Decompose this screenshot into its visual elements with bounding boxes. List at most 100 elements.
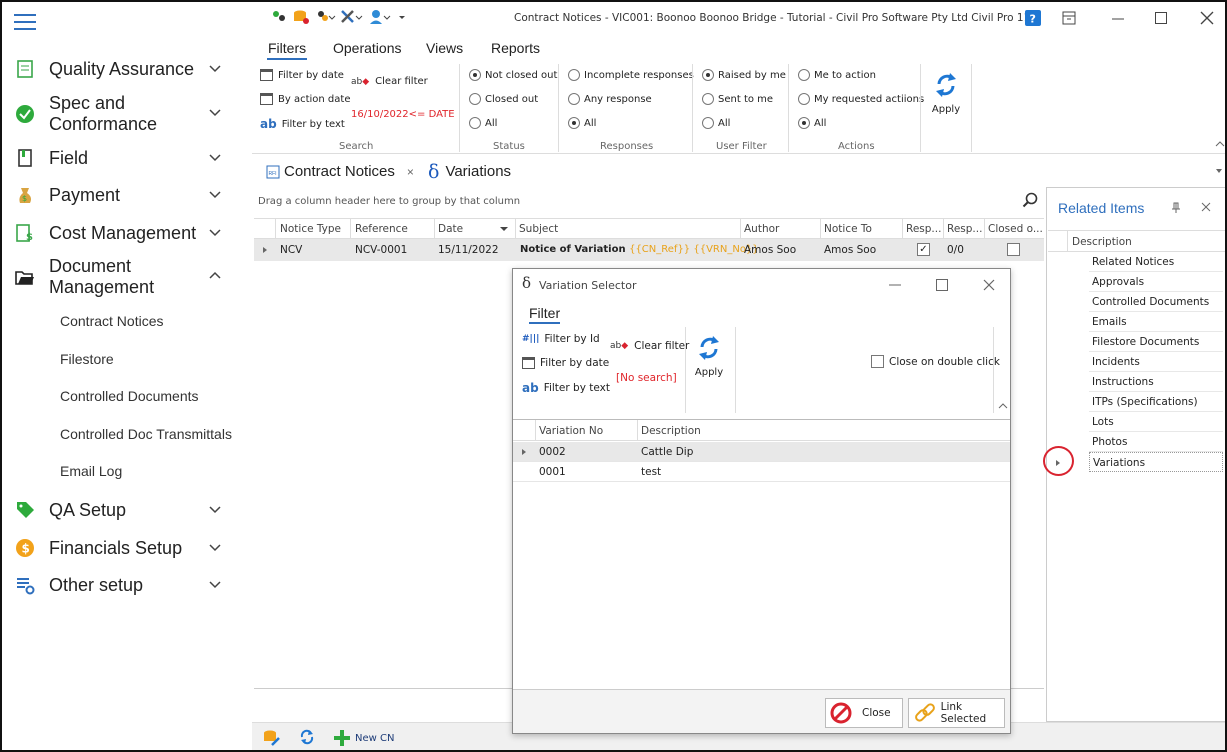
nav-item-qa-setup[interactable]: QA Setup [2, 499, 252, 521]
sidebar-subitem-controlled-doc-transmittals[interactable]: Controlled Doc Transmittals [60, 426, 232, 442]
refresh-icon[interactable] [299, 729, 315, 745]
filter-by-text-button[interactable]: ab Filter by text [522, 381, 610, 395]
related-item-lots[interactable]: Lots [1089, 412, 1223, 432]
column-header-subject[interactable]: Subject [519, 223, 558, 235]
close-on-double-click-checkbox[interactable]: Close on double click [871, 355, 1000, 368]
chevron-down-icon[interactable] [207, 105, 223, 121]
user-dropdown-icon[interactable] [314, 9, 336, 25]
apply-button[interactable]: Apply [691, 335, 727, 378]
related-item-controlled-documents[interactable]: Controlled Documents [1089, 292, 1223, 312]
status-radio-closed-out[interactable]: Closed out [469, 93, 538, 105]
column-header-response-count[interactable]: Resp... [947, 223, 982, 235]
profile-dropdown-icon[interactable] [368, 9, 392, 25]
chevron-up-icon[interactable] [207, 268, 223, 284]
column-header-reference[interactable]: Reference [355, 223, 408, 235]
chevron-down-icon[interactable] [207, 187, 223, 203]
related-item-incidents[interactable]: Incidents [1089, 352, 1223, 372]
responses-radio-incomplete[interactable]: Incomplete responses [568, 69, 694, 81]
nav-item-payment[interactable]: $ Payment [2, 184, 252, 206]
tabs-dropdown-icon[interactable] [1215, 168, 1223, 174]
related-item-filestore-documents[interactable]: Filestore Documents [1089, 332, 1223, 352]
close-icon[interactable] [983, 279, 995, 291]
user-filter-radio-raised-by-me[interactable]: Raised by me [702, 69, 786, 81]
customize-toolbar-icon[interactable] [396, 9, 408, 25]
hamburger-menu-icon[interactable] [14, 14, 36, 30]
related-item-itps[interactable]: ITPs (Specifications) [1089, 392, 1223, 412]
nav-item-quality-assurance[interactable]: Quality Assurance [2, 58, 252, 80]
related-item-variations[interactable]: Variations [1089, 452, 1223, 472]
table-row[interactable]: 0002 Cattle Dip [513, 442, 1010, 462]
tab-filters[interactable]: Filters [267, 40, 308, 60]
related-item-instructions[interactable]: Instructions [1089, 372, 1223, 392]
close-icon[interactable] [1196, 8, 1218, 28]
restore-layout-icon[interactable] [1058, 8, 1080, 28]
minimize-icon[interactable] [1107, 8, 1129, 28]
filter-by-date-button[interactable]: Filter by date [522, 357, 609, 369]
column-header-variation-no[interactable]: Variation No [539, 425, 603, 437]
closed-out-checkbox[interactable] [1007, 243, 1020, 256]
column-header-closed-out[interactable]: Closed o... [988, 223, 1043, 235]
maximize-icon[interactable] [1150, 8, 1172, 28]
clear-filter-button[interactable]: ab◆ Clear filter [610, 340, 689, 352]
new-cn-button[interactable]: New CN [333, 729, 394, 747]
column-header-author[interactable]: Author [744, 223, 779, 235]
close-panel-icon[interactable] [1201, 202, 1211, 212]
help-icon[interactable]: ? [1022, 8, 1044, 28]
tab-operations[interactable]: Operations [333, 40, 401, 56]
search-icon[interactable] [1022, 192, 1038, 208]
link-selected-button[interactable]: Link Selected [908, 698, 1005, 728]
chevron-down-icon[interactable] [207, 61, 223, 77]
actions-radio-my-requested[interactable]: My requested actiions [798, 93, 924, 105]
status-radio-all[interactable]: All [469, 117, 497, 129]
maximize-icon[interactable] [936, 279, 948, 291]
status-radio-not-closed-out[interactable]: Not closed out [469, 69, 557, 81]
user-filter-radio-all[interactable]: All [702, 117, 730, 129]
nav-item-financials-setup[interactable]: $ Financials Setup [2, 537, 252, 559]
user-filter-radio-sent-to-me[interactable]: Sent to me [702, 93, 773, 105]
chevron-down-icon[interactable] [207, 225, 223, 241]
column-header-response[interactable]: Resp... [906, 223, 941, 235]
column-header-description[interactable]: Description [1072, 236, 1132, 248]
related-item-photos[interactable]: Photos [1089, 432, 1223, 452]
filter-by-date-button[interactable]: Filter by date [260, 69, 344, 81]
column-header-notice-to[interactable]: Notice To [824, 223, 872, 235]
database-tool-icon[interactable] [292, 9, 310, 25]
nav-item-cost-management[interactable]: $ Cost Management [2, 222, 252, 244]
table-row[interactable]: NCV NCV-0001 15/11/2022 Notice of Variat… [254, 239, 1044, 261]
responses-radio-any[interactable]: Any response [568, 93, 652, 105]
pin-icon[interactable] [1171, 202, 1181, 214]
responses-radio-all[interactable]: All [568, 117, 596, 129]
collapse-ribbon-icon[interactable] [998, 403, 1008, 409]
close-tab-icon[interactable]: × [407, 165, 414, 179]
group-by-panel[interactable]: Drag a column header here to group by th… [254, 187, 1044, 217]
collapse-ribbon-icon[interactable] [1215, 140, 1225, 148]
close-button[interactable]: Close [825, 698, 903, 728]
nav-item-document-management[interactable]: Document Management [2, 256, 252, 298]
chevron-down-icon[interactable] [207, 540, 223, 556]
chevron-down-icon[interactable] [207, 502, 223, 518]
by-action-date-button[interactable]: By action date [260, 93, 350, 105]
related-item-related-notices[interactable]: Related Notices [1089, 252, 1223, 272]
column-header-date[interactable]: Date [438, 223, 463, 235]
column-header-description[interactable]: Description [641, 425, 701, 437]
related-item-emails[interactable]: Emails [1089, 312, 1223, 332]
sidebar-subitem-filestore[interactable]: Filestore [60, 351, 114, 367]
tab-reports[interactable]: Reports [491, 40, 540, 56]
apply-button[interactable]: Apply [928, 72, 964, 115]
sidebar-subitem-email-log[interactable]: Email Log [60, 463, 122, 479]
tab-contract-notices[interactable]: RFI Contract Notices × [266, 159, 414, 184]
filter-by-id-button[interactable]: #||| Filter by Id [522, 333, 600, 345]
tab-variations[interactable]: δ Variations [428, 159, 511, 184]
chevron-down-icon[interactable] [207, 150, 223, 166]
table-row[interactable]: 0001 test [513, 462, 1010, 482]
sidebar-subitem-contract-notices[interactable]: Contract Notices [60, 313, 163, 329]
filter-by-text-button[interactable]: ab Filter by text [260, 117, 345, 131]
users-tool-icon[interactable] [270, 9, 288, 25]
tools-dropdown-icon[interactable] [340, 9, 364, 25]
minimize-icon[interactable] [889, 284, 901, 286]
tab-filter[interactable]: Filter [529, 305, 561, 324]
nav-item-field[interactable]: Field [2, 147, 252, 169]
response-checkbox[interactable]: ✓ [917, 243, 930, 256]
tab-views[interactable]: Views [426, 40, 463, 56]
sort-desc-icon[interactable] [499, 226, 509, 232]
